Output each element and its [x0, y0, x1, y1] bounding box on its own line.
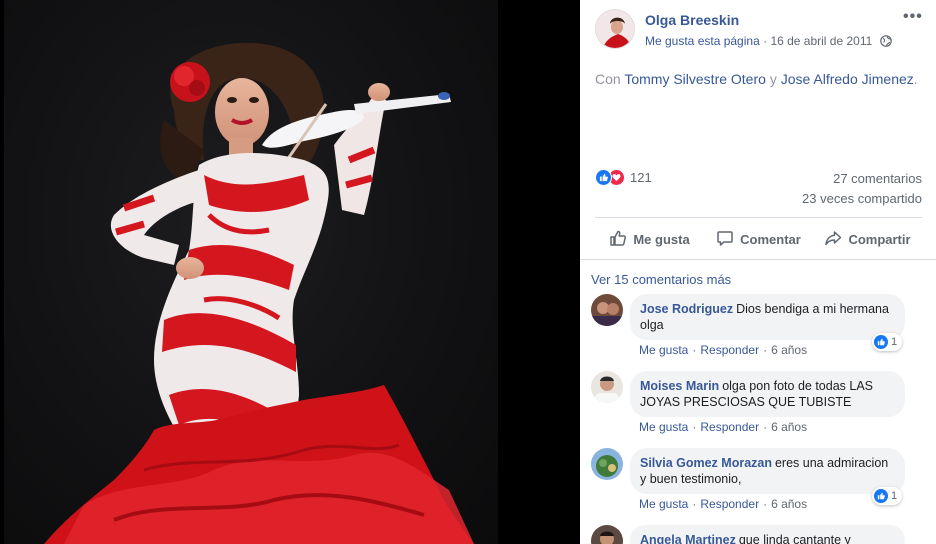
commenter-avatar[interactable] — [591, 371, 623, 403]
comment-time[interactable]: 6 años — [771, 343, 807, 357]
tagged-person-1[interactable]: Tommy Silvestre Otero — [624, 71, 766, 87]
share-button-label: Compartir — [848, 231, 911, 247]
like-page-link[interactable]: Me gusta esta página — [645, 34, 760, 48]
comment-like-link[interactable]: Me gusta — [639, 343, 688, 357]
comment-bubble: Moises Marin olga pon foto de todas LAS J… — [630, 371, 905, 417]
post-meta: Me gusta esta página · 16 de abril de 20… — [645, 34, 892, 50]
like-icon — [874, 335, 888, 349]
like-button[interactable]: Me gusta — [595, 222, 704, 256]
comment-bubble: Jose Rodriguez Dios bendiga a mi hermana … — [630, 294, 905, 340]
reaction-summary[interactable]: 121 — [595, 168, 652, 186]
comment-author[interactable]: Moises Marin — [640, 379, 719, 393]
comment-button-label: Comentar — [740, 231, 801, 247]
view-more-comments-link[interactable]: Ver 15 comentarios más — [591, 272, 731, 287]
dot-separator: · — [692, 420, 697, 434]
comments-count[interactable]: 27 comentarios — [833, 171, 922, 186]
comment-like-link[interactable]: Me gusta — [639, 420, 688, 434]
post-date[interactable]: 16 de abril de 2011 — [770, 34, 872, 48]
divider-top — [595, 217, 922, 218]
post-side-panel: Olga Breeskin Me gusta esta página · 16 … — [580, 0, 936, 544]
comment-button[interactable]: Comentar — [704, 222, 813, 256]
share-arrow-icon — [824, 229, 842, 250]
comment-actions: Me gusta · Responder · 6 años — [639, 497, 807, 511]
comment-time[interactable]: 6 años — [771, 497, 807, 511]
comment-reply-link[interactable]: Responder — [700, 497, 759, 511]
dot-separator: · — [763, 497, 768, 511]
dot-separator: · — [763, 420, 768, 434]
divider-bottom — [580, 259, 936, 260]
comment-bubble: Angela Martinez que linda cantante y — [630, 525, 905, 544]
thumbs-up-icon — [609, 229, 627, 250]
tag-end: . — [913, 71, 918, 87]
with-prefix: Con — [595, 71, 621, 87]
commenter-avatar[interactable] — [591, 525, 623, 544]
photo-viewer[interactable] — [0, 0, 580, 544]
page-avatar[interactable] — [595, 9, 635, 49]
share-button[interactable]: Compartir — [813, 222, 922, 256]
comment-actions: Me gusta · Responder · 6 años — [639, 420, 807, 434]
like-button-label: Me gusta — [633, 231, 690, 247]
comment-reply-link[interactable]: Responder — [700, 343, 759, 357]
comment-author[interactable]: Jose Rodriguez — [640, 302, 733, 316]
comment-reaction-badge[interactable]: 1 — [872, 487, 903, 505]
comment-text: que linda cantante y — [738, 533, 851, 544]
comment-bubble: Silvia Gomez Morazan eres una admiracion … — [630, 448, 905, 494]
comment-actions: Me gusta · Responder · 6 años — [639, 343, 807, 357]
comment-author[interactable]: Silvia Gomez Morazan — [640, 456, 772, 470]
tagged-people: Con Tommy Silvestre Otero y Jose Alfredo… — [595, 71, 918, 87]
post-actions: Me gusta Comentar Compartir — [595, 222, 922, 256]
comment-bubble-icon — [716, 229, 734, 250]
shares-count[interactable]: 23 veces compartido — [802, 191, 922, 206]
comment-reply-link[interactable]: Responder — [700, 420, 759, 434]
comment-author[interactable]: Angela Martinez — [640, 533, 736, 544]
page-avatar-image — [596, 10, 634, 48]
like-icon — [595, 168, 612, 186]
dot-separator: · — [692, 497, 697, 511]
dot-separator: · — [763, 343, 768, 357]
comment-like-link[interactable]: Me gusta — [639, 497, 688, 511]
dot-separator: · — [692, 343, 697, 357]
meta-separator: · — [763, 34, 768, 48]
photo-violinist-illustration — [44, 42, 474, 544]
tag-conjunction: y — [769, 71, 777, 87]
comment-reaction-count: 1 — [891, 490, 898, 502]
globe-icon — [879, 35, 892, 50]
commenter-avatar[interactable] — [591, 294, 623, 326]
commenter-avatar[interactable] — [591, 448, 623, 480]
more-dots-icon[interactable]: ••• — [903, 8, 923, 26]
comment-time[interactable]: 6 años — [771, 420, 807, 434]
post-photo[interactable] — [4, 0, 498, 544]
comment-reaction-badge[interactable]: 1 — [872, 333, 903, 351]
like-icon — [874, 489, 888, 503]
tagged-person-2[interactable]: Jose Alfredo Jimenez — [781, 71, 914, 87]
comment-reaction-count: 1 — [891, 336, 898, 348]
reaction-count[interactable]: 121 — [630, 170, 652, 185]
page-name[interactable]: Olga Breeskin — [645, 12, 739, 28]
